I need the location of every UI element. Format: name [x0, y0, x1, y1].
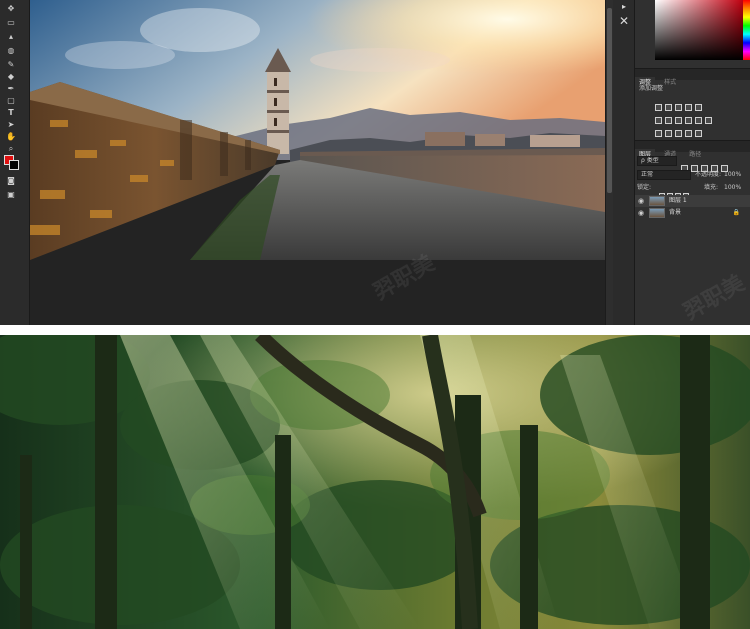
layer-name: 图层 1: [669, 197, 687, 204]
adjustment-icons-row-3: [655, 122, 705, 137]
type-tool-icon[interactable]: T: [4, 108, 18, 118]
posterize-icon[interactable]: [665, 130, 672, 137]
scrollbar-thumb[interactable]: [607, 8, 612, 193]
fill-value[interactable]: 100%: [724, 184, 741, 192]
brush-tool-icon[interactable]: ✎: [4, 60, 18, 70]
panel-dock-strip: ▸ ✕: [613, 0, 635, 325]
opacity-label: 不透明度:: [695, 171, 722, 178]
zoom-tool-icon[interactable]: ⌕: [4, 144, 18, 154]
adjustment-icons-row-1: [655, 96, 705, 111]
eye-icon[interactable]: ◉: [638, 209, 646, 217]
layer-name: 背景: [669, 209, 682, 216]
eye-icon[interactable]: ◉: [638, 197, 646, 205]
quick-mask-icon[interactable]: ◙: [4, 176, 18, 186]
threshold-icon[interactable]: [675, 130, 682, 137]
layer-thumbnail: [649, 196, 665, 206]
layer-row-layer1[interactable]: ◉ 图层 1: [635, 195, 750, 207]
fill-label: 填充:: [704, 184, 719, 191]
adjustment-icons-row-2: [655, 109, 715, 124]
document-canvas-area: [30, 0, 605, 325]
canvas-image-old-city-wall-pagoda[interactable]: [30, 0, 605, 260]
opacity-value[interactable]: 100%: [724, 171, 741, 179]
gradient-map-icon[interactable]: [685, 130, 692, 137]
color-picker-field[interactable]: [655, 0, 743, 60]
hand-tool-icon[interactable]: ✋: [4, 132, 18, 142]
tools-panel: ✥ ▭ ▴ ◍ ✎ ◆ ✒ ▢ T ➤ ✋ ⌕ ◙ ▣: [0, 0, 30, 325]
tab-styles[interactable]: 样式: [660, 77, 680, 89]
selective-color-icon[interactable]: [695, 130, 702, 137]
layer-filter-icons: [681, 157, 731, 172]
lock-icon: 🔒: [732, 209, 740, 216]
background-color-swatch[interactable]: [9, 160, 19, 170]
layer-thumbnail: [649, 208, 665, 218]
quick-select-tool-icon[interactable]: ◍: [4, 46, 18, 56]
canvas-vertical-scrollbar[interactable]: [605, 0, 613, 325]
photoshop-window: ✥ ▭ ▴ ◍ ✎ ◆ ✒ ▢ T ➤ ✋ ⌕ ◙ ▣ ▸ ✕ 调整 样式 添加…: [0, 0, 750, 325]
rectangle-tool-icon[interactable]: ▢: [4, 96, 18, 106]
invert-icon[interactable]: [655, 130, 662, 137]
eraser-tool-icon[interactable]: ◆: [4, 72, 18, 82]
image-divider: [0, 325, 750, 335]
adjustments-tabbar: 调整 样式: [635, 68, 750, 89]
color-lookup-icon[interactable]: [705, 117, 712, 124]
hue-slider[interactable]: [743, 0, 750, 60]
layer-filter-select[interactable]: ρ 类型: [637, 156, 677, 166]
forest-sunbeams-photo: [0, 335, 750, 629]
pen-tool-icon[interactable]: ✒: [4, 84, 18, 94]
lock-icons: [659, 184, 691, 199]
lock-label: 锁定:: [637, 184, 652, 191]
path-select-tool-icon[interactable]: ➤: [4, 120, 18, 130]
add-adjustment-label: 添加调整: [639, 85, 664, 92]
blend-mode-select[interactable]: 正常: [637, 170, 691, 180]
layer-row-background[interactable]: ◉ 背景 🔒: [635, 207, 750, 219]
lasso-tool-icon[interactable]: ▴: [4, 32, 18, 42]
close-icon[interactable]: ✕: [617, 14, 631, 28]
collapse-panels-icon[interactable]: ▸: [617, 0, 631, 14]
screen-mode-icon[interactable]: ▣: [4, 190, 18, 200]
move-tool-icon[interactable]: ✥: [4, 4, 18, 14]
marquee-tool-icon[interactable]: ▭: [4, 18, 18, 28]
layers-tabbar: 图层 通道 路径: [635, 140, 750, 161]
